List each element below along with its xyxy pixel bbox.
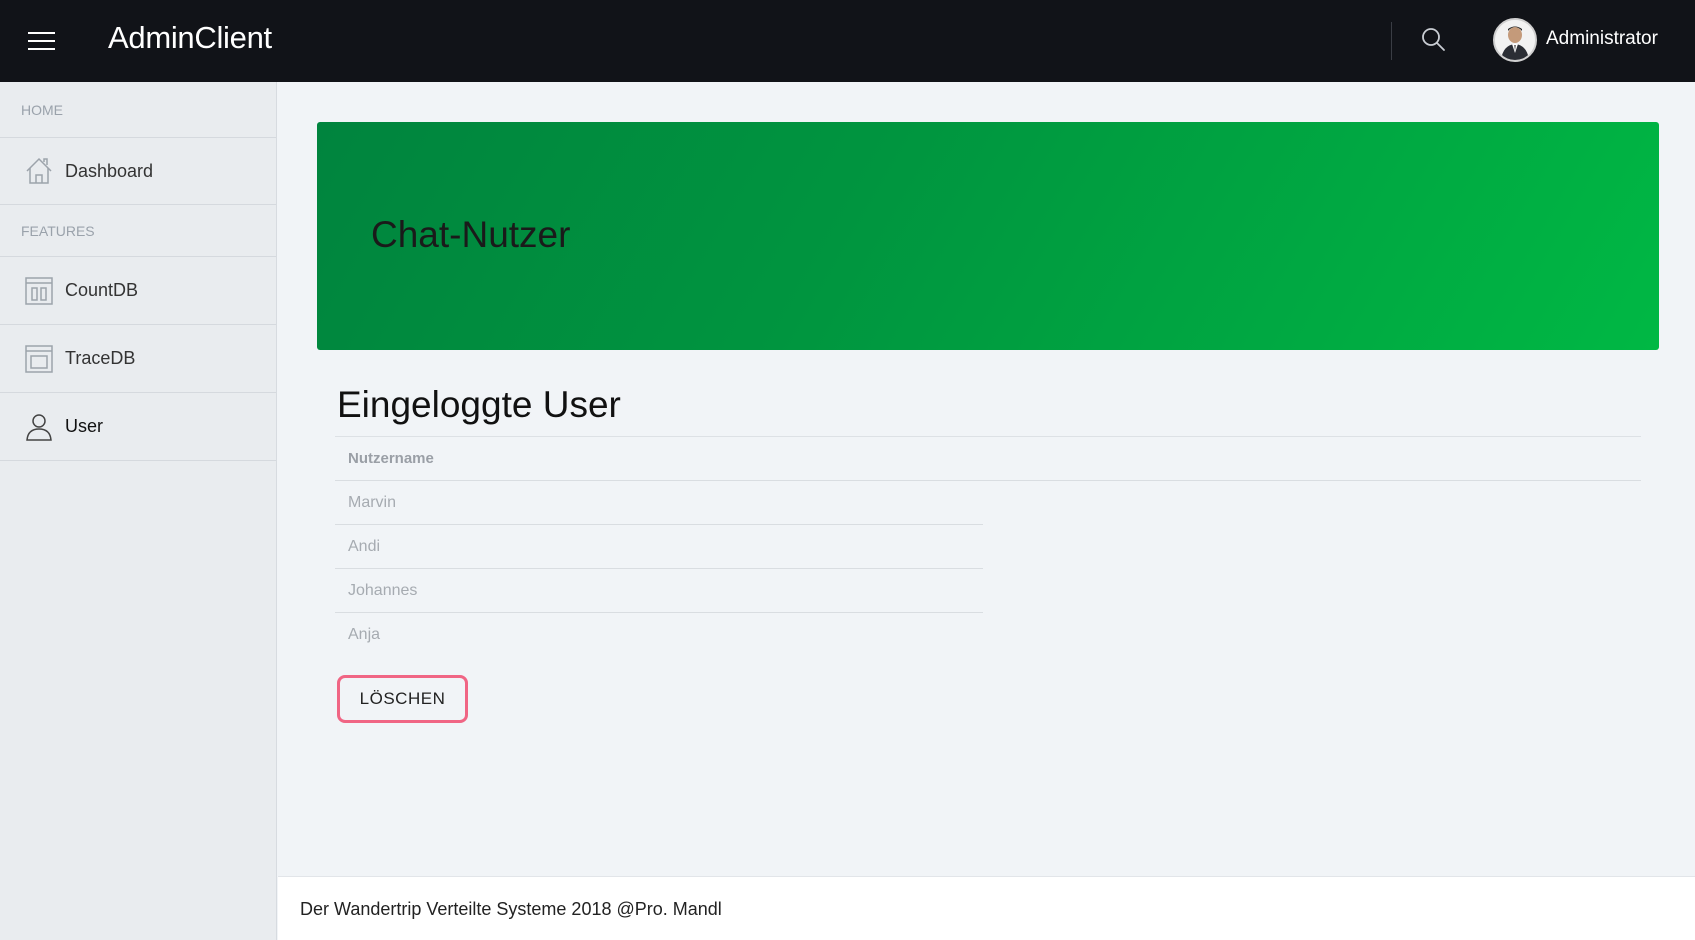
user-icon: [26, 413, 52, 441]
section-title: Eingeloggte User: [337, 384, 621, 425]
hamburger-menu-icon[interactable]: [28, 30, 55, 52]
window-icon: [25, 344, 53, 373]
sidebar-item-user[interactable]: User: [0, 393, 276, 461]
footer-text: Der Wandertrip Verteilte Systeme 2018 @P…: [300, 899, 722, 919]
users-table: Nutzername Marvin Andi Johannes Anja: [335, 436, 1641, 657]
top-navbar: AdminClient Administrator: [0, 0, 1695, 82]
username-cell: Andi: [348, 538, 381, 555]
sidebar-item-countdb[interactable]: CountDB: [0, 257, 276, 325]
table-header-row: Nutzername: [335, 436, 1641, 481]
sidebar-section-home: HOME: [0, 82, 276, 138]
home-icon: [26, 157, 52, 184]
table-row[interactable]: Johannes: [335, 569, 983, 613]
username-cell: Anja: [348, 626, 381, 643]
sidebar-item-label: TraceDB: [65, 348, 136, 368]
sidebar-item-label: CountDB: [65, 280, 139, 300]
footer: Der Wandertrip Verteilte Systeme 2018 @P…: [278, 876, 1695, 940]
sidebar-item-dashboard[interactable]: Dashboard: [0, 138, 276, 205]
username-cell: Johannes: [348, 582, 418, 599]
user-name[interactable]: Administrator: [1546, 28, 1658, 50]
search-icon[interactable]: [1420, 26, 1446, 52]
sidebar-item-label: Dashboard: [65, 160, 154, 181]
sidebar: HOME Dashboard FEATURES CountDB TraceDB: [0, 82, 277, 940]
page-banner: Chat-Nutzer: [317, 122, 1659, 350]
table-row[interactable]: Andi: [335, 525, 983, 569]
app-title[interactable]: AdminClient: [108, 20, 272, 56]
navbar-divider: [1391, 22, 1392, 60]
sidebar-section-features: FEATURES: [0, 205, 276, 257]
sidebar-item-tracedb[interactable]: TraceDB: [0, 325, 276, 393]
table-row[interactable]: Marvin: [335, 481, 983, 525]
user-avatar[interactable]: [1493, 18, 1537, 62]
banner-title: Chat-Nutzer: [371, 214, 571, 255]
column-header-username: Nutzername: [348, 450, 434, 467]
sidebar-item-label: User: [65, 416, 104, 436]
username-cell: Marvin: [348, 494, 397, 511]
columns-icon: [25, 276, 53, 305]
table-row[interactable]: Anja: [335, 613, 983, 657]
delete-button[interactable]: LÖSCHEN: [337, 675, 468, 723]
main-content: Chat-Nutzer Eingeloggte User Nutzername …: [278, 82, 1695, 876]
